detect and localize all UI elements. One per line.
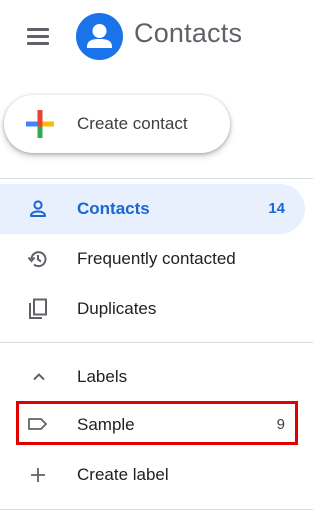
labels-section-title: Labels <box>77 367 128 386</box>
person-outline-icon <box>30 200 46 217</box>
create-label-text: Create label <box>77 465 169 484</box>
contacts-count: 14 <box>268 200 285 217</box>
multicolor-plus-icon <box>26 110 54 138</box>
copy-icon <box>29 298 47 319</box>
divider <box>0 509 313 510</box>
sidebar-item-frequently-contacted[interactable]: Frequently contacted <box>0 234 313 284</box>
sidebar-item-label: Sample <box>77 415 135 434</box>
divider <box>0 178 313 179</box>
person-avatar-icon[interactable] <box>76 13 123 60</box>
sidebar-item-contacts[interactable]: Contacts 14 <box>0 184 305 234</box>
sidebar-item-label-sample[interactable]: Sample 9 <box>0 401 313 451</box>
plus-icon <box>31 468 45 482</box>
sidebar-item-duplicates[interactable]: Duplicates <box>0 284 313 334</box>
sidebar-item-label: Duplicates <box>77 299 157 318</box>
label-count: 9 <box>276 416 285 433</box>
app-header: Contacts <box>0 0 313 74</box>
create-contact-label: Create contact <box>77 114 188 133</box>
labels-section-toggle[interactable]: Labels <box>0 352 313 402</box>
app-title: Contacts <box>134 18 243 48</box>
label-tag-icon <box>28 418 47 430</box>
hamburger-menu-icon[interactable] <box>24 24 52 48</box>
create-contact-button[interactable]: Create contact <box>4 95 230 153</box>
sidebar-item-label: Contacts <box>77 199 150 218</box>
divider <box>0 342 313 343</box>
sidebar-item-label: Frequently contacted <box>77 249 236 268</box>
history-icon <box>27 251 47 268</box>
chevron-up-icon <box>33 373 45 381</box>
create-label-button[interactable]: Create label <box>0 450 313 500</box>
